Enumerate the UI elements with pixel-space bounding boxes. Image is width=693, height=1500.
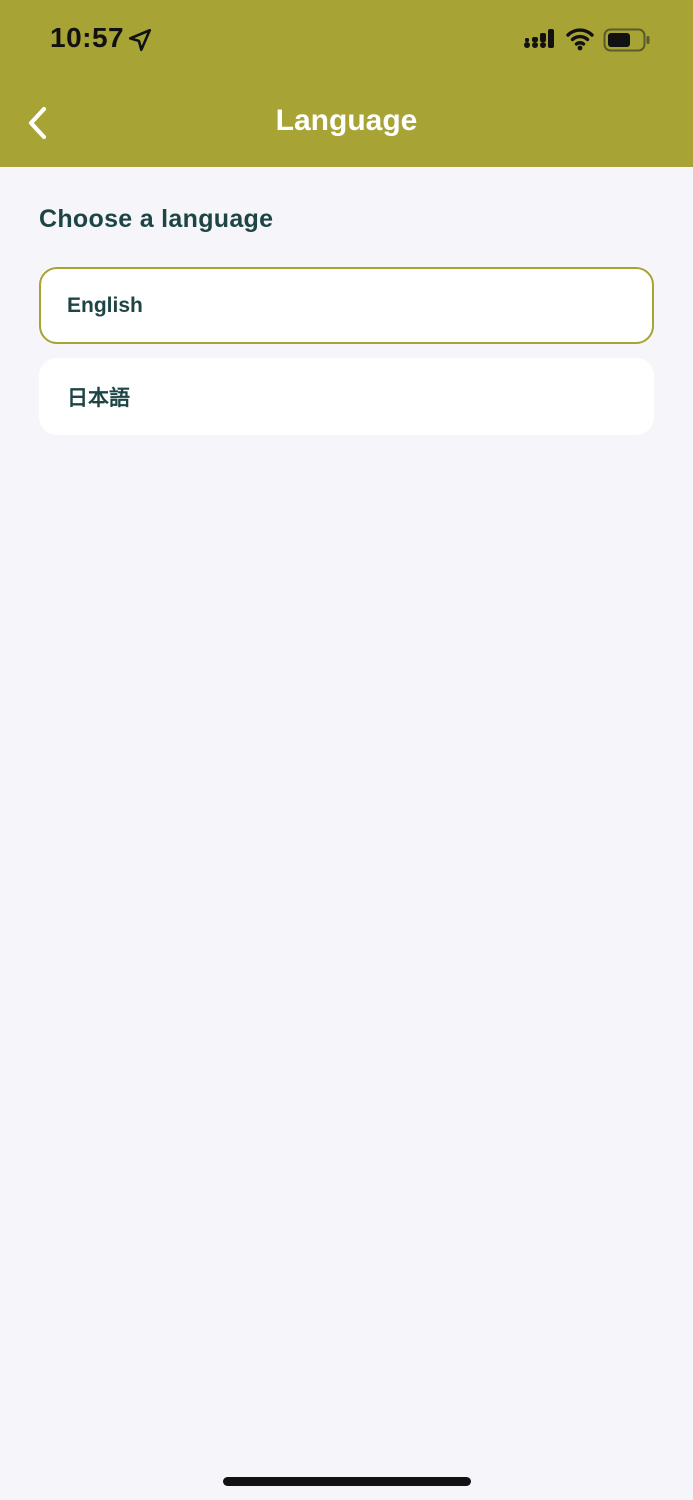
navigation-bar: Language (0, 80, 693, 167)
page-title: Language (275, 104, 418, 137)
language-option-japanese[interactable]: 日本語 (39, 358, 654, 435)
header-bar: 10:57 Language (0, 0, 693, 167)
wifi-icon (566, 28, 594, 51)
home-indicator (223, 1477, 471, 1486)
language-option-label: 日本語 (67, 386, 130, 410)
language-options-list: English 日本語 (39, 267, 654, 435)
language-screen: 10:57 Language Choose a language English… (0, 0, 693, 1500)
section-heading: Choose a language (39, 205, 274, 233)
cellular-signal-icon (524, 29, 554, 48)
status-bar: 10:57 (0, 0, 693, 80)
language-option-label: English (67, 293, 143, 317)
location-arrow-icon (128, 28, 152, 52)
status-time: 10:57 (50, 22, 125, 53)
language-option-english[interactable]: English (39, 267, 654, 344)
main-content: Choose a language English 日本語 (39, 167, 654, 449)
battery-icon (603, 28, 650, 52)
